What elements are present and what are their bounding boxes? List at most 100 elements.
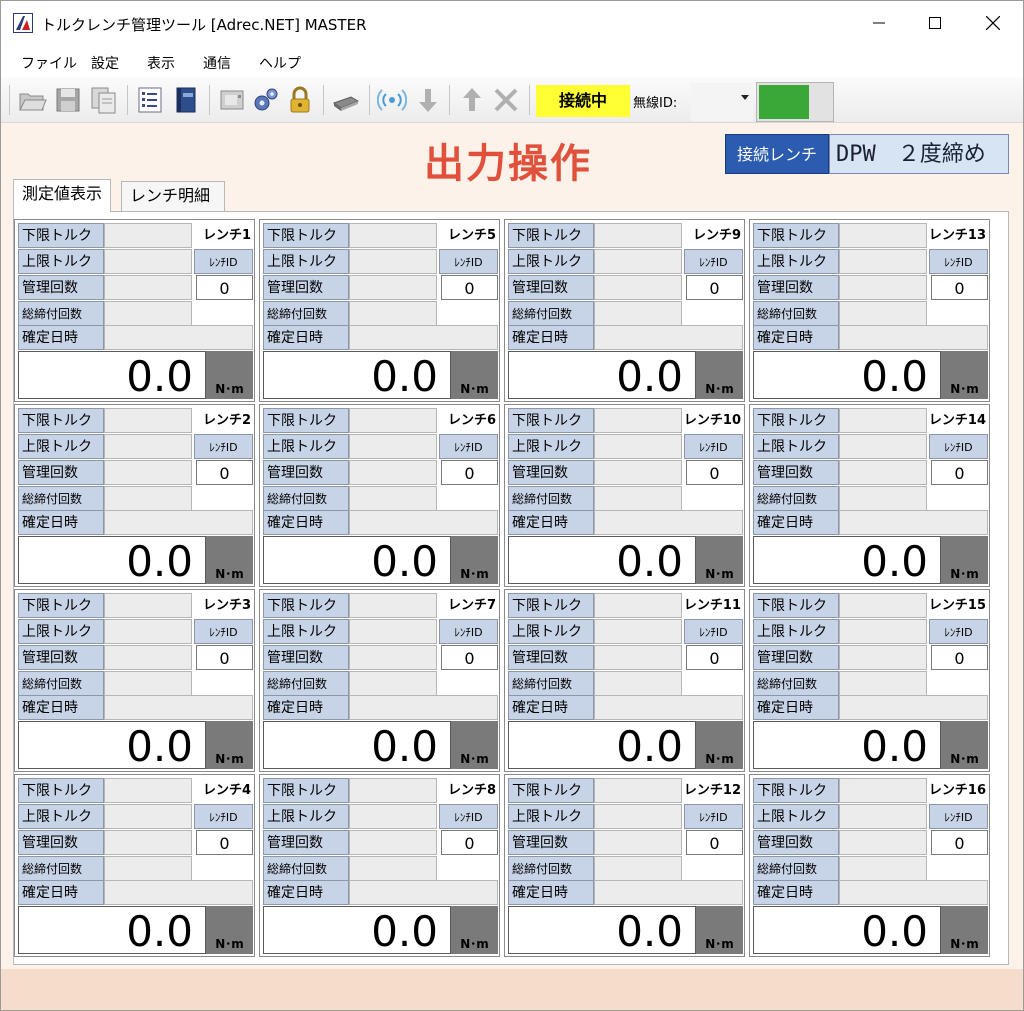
wrench-id-button[interactable]: ﾚﾝﾁID [439,249,498,274]
total-count-label: 総締付回数 [18,486,104,511]
wrench-id-button[interactable]: ﾚﾝﾁID [439,804,498,829]
wrench-name: レンチ6 [447,413,496,428]
close-icon [986,16,1000,30]
chevron-down-icon[interactable] [741,95,749,100]
wrench-id-button[interactable]: ﾚﾝﾁID [194,249,253,274]
upper-torque-value [839,434,927,459]
total-count-value [349,486,437,511]
total-count-label: 総締付回数 [18,301,104,326]
lower-torque-label: 下限トルク [508,593,594,618]
menu-settings[interactable]: 設定 [91,53,119,73]
wrench-id-button[interactable]: ﾚﾝﾁID [194,619,253,644]
minimize-button[interactable] [851,1,907,45]
minimize-icon [873,22,885,24]
total-count-value [349,856,437,881]
wrench-id-button[interactable]: ﾚﾝﾁID [439,619,498,644]
upper-torque-label: 上限トルク [753,434,839,459]
toolbar-separator [323,85,324,115]
book-icon[interactable] [171,85,201,115]
menu-view[interactable]: 表示 [147,53,175,73]
confirm-datetime-label: 確定日時 [508,880,594,905]
wrench-name: レンチ2 [202,413,251,428]
manage-count-value [349,460,437,485]
lower-torque-value [594,223,682,248]
confirm-datetime-label: 確定日時 [508,510,594,535]
upper-torque-value [594,249,682,274]
wrench-id-button[interactable]: ﾚﾝﾁID [929,434,988,459]
upper-torque-value [594,804,682,829]
device-icon[interactable] [217,85,247,115]
window-title: トルクレンチ管理ツール [Adrec.NET] MASTER [41,16,367,34]
wrench-id-value: 0 [441,645,498,670]
torque-unit: N･m [206,536,253,584]
wrench-id-button[interactable]: ﾚﾝﾁID [684,619,743,644]
manage-count-value [104,645,192,670]
total-count-value [594,856,682,881]
total-count-label: 総締付回数 [753,671,839,696]
lower-torque-value [104,223,192,248]
wireless-icon[interactable] [376,85,408,115]
wireless-id-select[interactable] [691,83,753,121]
upload-arrow-icon[interactable] [457,85,487,115]
confirm-datetime-label: 確定日時 [263,325,349,350]
maximize-button[interactable] [907,1,963,45]
wrench-id-button[interactable]: ﾚﾝﾁID [194,434,253,459]
menu-communication[interactable]: 通信 [203,53,231,73]
tab-panel: 下限トルク レンチ1 上限トルク ﾚﾝﾁID 管理回数 0 総締付回数 確定日時… [13,211,1009,965]
confirm-datetime-label: 確定日時 [263,695,349,720]
checklist-icon[interactable] [135,85,165,115]
confirm-datetime-value [839,695,988,720]
delete-x-icon[interactable] [491,85,521,115]
save-icon[interactable] [53,85,83,115]
folder-open-icon[interactable] [17,85,47,115]
upper-torque-value [839,619,927,644]
total-count-value [839,856,927,881]
wrench-name: レンチ9 [692,228,741,243]
lower-torque-value [594,593,682,618]
gears-icon[interactable] [251,85,281,115]
wrench-id-button[interactable]: ﾚﾝﾁID [684,434,743,459]
total-count-value [349,301,437,326]
total-count-label: 総締付回数 [753,301,839,326]
wrench-name: レンチ4 [202,783,251,798]
wrench-id-button[interactable]: ﾚﾝﾁID [929,804,988,829]
wrench-id-button[interactable]: ﾚﾝﾁID [439,434,498,459]
wrench-id-value: 0 [931,830,988,855]
upper-torque-value [839,804,927,829]
scanner-icon[interactable] [331,85,361,115]
menu-file[interactable]: ファイル [21,53,77,73]
wrench-id-button[interactable]: ﾚﾝﾁID [684,804,743,829]
total-count-label: 総締付回数 [263,856,349,881]
wrench-id-button[interactable]: ﾚﾝﾁID [929,249,988,274]
lower-torque-label: 下限トルク [18,223,104,248]
upper-torque-value [104,434,192,459]
manage-count-label: 管理回数 [753,830,839,855]
torque-unit: N･m [451,536,498,584]
tab-measurement[interactable]: 測定値表示 [13,179,112,212]
wrench-name: レンチ10 [683,413,741,428]
copy-icon[interactable] [89,85,119,115]
torque-reading-display: 0.0 [753,351,941,401]
confirm-datetime-value [349,695,498,720]
wrench-id-button[interactable]: ﾚﾝﾁID [194,804,253,829]
torque-reading-display: 0.0 [508,351,696,401]
torque-unit: N･m [696,721,743,769]
tab-wrench-details[interactable]: レンチ明細 [121,181,225,211]
menu-help[interactable]: ヘルプ [259,53,301,73]
download-arrow-icon[interactable] [413,85,443,115]
wrench-id-value: 0 [441,460,498,485]
wrench-card-5: 下限トルク レンチ5 上限トルク ﾚﾝﾁID 管理回数 0 総締付回数 確定日時… [259,219,500,402]
manage-count-label: 管理回数 [18,460,104,485]
wrench-id-button[interactable]: ﾚﾝﾁID [929,619,988,644]
connected-wrench-value: DPW ２度締め [829,134,1009,174]
wrench-id-value: 0 [196,645,253,670]
wrench-id-button[interactable]: ﾚﾝﾁID [684,249,743,274]
close-button[interactable] [965,1,1021,45]
confirm-datetime-label: 確定日時 [18,325,104,350]
connection-toggle[interactable] [756,82,834,122]
lower-torque-label: 下限トルク [263,778,349,803]
upper-torque-label: 上限トルク [18,619,104,644]
lock-icon[interactable] [285,85,315,115]
app-logo-icon [13,13,33,33]
upper-torque-label: 上限トルク [508,804,594,829]
